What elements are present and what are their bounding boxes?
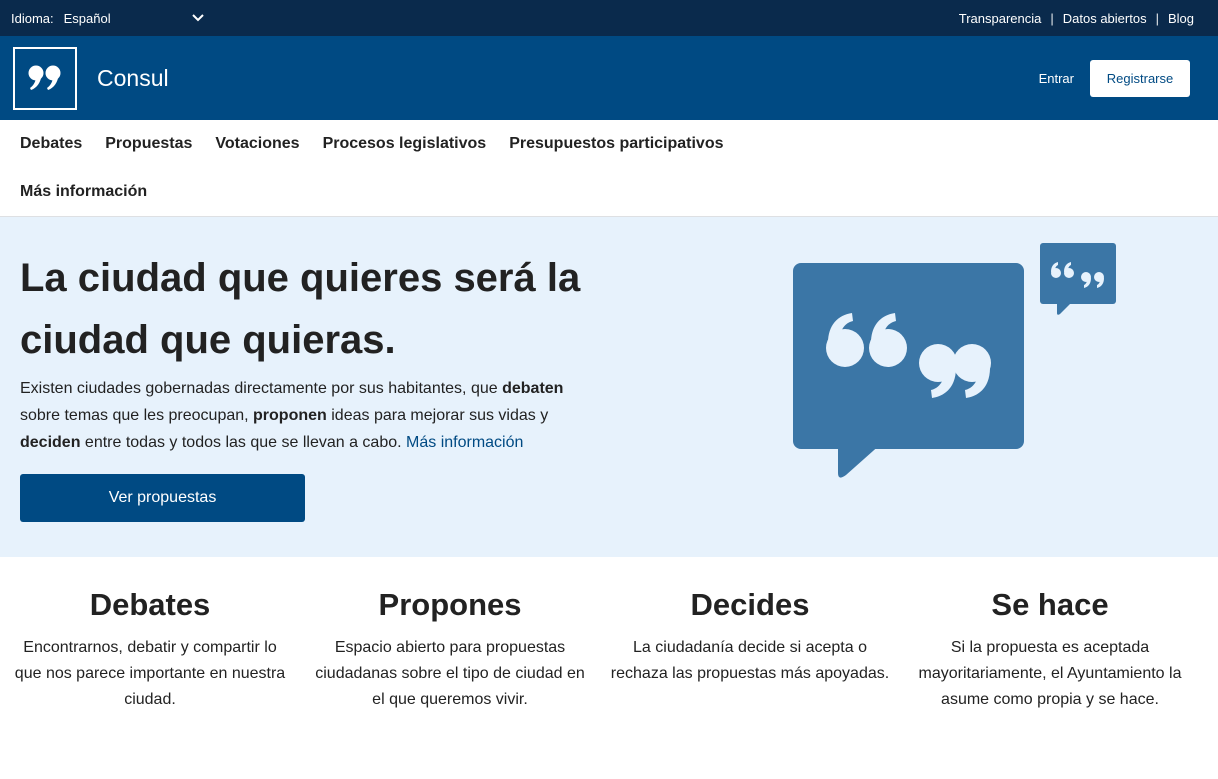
- language-dropdown[interactable]: Español: [64, 11, 204, 26]
- language-value: Español: [63, 10, 111, 26]
- language-label: Idioma:: [11, 10, 54, 26]
- feature-title: Decides: [690, 587, 810, 622]
- feature-text: La ciudadanía decide si acepta o rechaza…: [610, 639, 890, 682]
- nav-row: Debates Propuestas Votaciones Procesos l…: [20, 120, 1198, 168]
- brand[interactable]: Consul: [13, 46, 169, 110]
- nav-item-votaciones[interactable]: Votaciones: [215, 135, 299, 153]
- feature-title: Debates: [89, 587, 211, 622]
- hero-text-part: sobre temas que les preocupan,: [20, 407, 254, 424]
- separator: |: [1155, 10, 1159, 26]
- hero-text-part: Existen ciudades gobernadas directamente…: [20, 380, 503, 397]
- feature-debates: Debates Encontrarnos, debatir y comparti…: [0, 585, 300, 713]
- datos-abiertos-link[interactable]: Datos abiertos: [1063, 11, 1147, 26]
- view-proposals-button[interactable]: Ver propuestas: [20, 474, 305, 522]
- transparencia-link[interactable]: Transparencia: [959, 11, 1042, 26]
- nav-item-debates[interactable]: Debates: [20, 135, 82, 153]
- blog-link[interactable]: Blog: [1168, 11, 1194, 26]
- top-bar: Idioma: Español Transparencia | Datos ab…: [0, 0, 1218, 36]
- feature-title: Se hace: [991, 587, 1109, 622]
- more-info-link[interactable]: Más información: [406, 434, 523, 451]
- feature-text: Si la propuesta es aceptada mayoritariam…: [918, 639, 1182, 708]
- chevron-down-icon: [191, 14, 204, 22]
- nav-item-presupuestos-participativos[interactable]: Presupuestos participativos: [509, 135, 723, 153]
- feature-title: Propones: [378, 587, 522, 622]
- main-nav: Debates Propuestas Votaciones Procesos l…: [0, 120, 1218, 217]
- top-links: Transparencia | Datos abiertos | Blog: [959, 11, 1194, 26]
- hero-bold-debaten: debaten: [502, 380, 564, 397]
- feature-propones: Propones Espacio abierto para propuestas…: [300, 585, 600, 713]
- feature-decides: Decides La ciudadanía decide si acepta o…: [600, 585, 900, 713]
- quote-logo-icon: [13, 46, 77, 110]
- features-section: Debates Encontrarnos, debatir y comparti…: [0, 557, 1218, 713]
- hero-title: La ciudad que quieres será la ciudad que…: [20, 256, 581, 362]
- feature-text: Encontrarnos, debatir y compartir lo que…: [14, 639, 286, 708]
- brand-name: Consul: [97, 64, 169, 91]
- login-link[interactable]: Entrar: [1039, 71, 1074, 86]
- hero-bold-proponen: proponen: [253, 407, 327, 424]
- feature-text: Espacio abierto para propuestas ciudadan…: [315, 639, 585, 708]
- auth-area: Entrar Registrarse: [1039, 59, 1190, 97]
- speech-bubble-quotes-icon: [793, 243, 1116, 478]
- hero-text-part: entre todas y todos las que se llevan a …: [80, 434, 407, 451]
- nav-item-mas-informacion[interactable]: Más información: [20, 183, 147, 201]
- hero-description: Existen ciudades gobernadas directamente…: [20, 375, 580, 456]
- hero-section: La ciudad que quieres será la ciudad que…: [0, 217, 1218, 557]
- separator: |: [1050, 10, 1054, 26]
- feature-se-hace: Se hace Si la propuesta es aceptada mayo…: [900, 585, 1200, 713]
- site-header: Consul Entrar Registrarse: [0, 36, 1218, 120]
- hero-text-part: ideas para mejorar sus vidas y: [326, 407, 549, 424]
- register-button[interactable]: Registrarse: [1090, 59, 1190, 97]
- nav-item-procesos-legislativos[interactable]: Procesos legislativos: [323, 135, 487, 153]
- nav-item-propuestas[interactable]: Propuestas: [105, 135, 192, 153]
- language-selector: Idioma: Español: [11, 11, 204, 26]
- nav-row: Más información: [20, 168, 1198, 216]
- hero-bold-deciden: deciden: [20, 434, 81, 451]
